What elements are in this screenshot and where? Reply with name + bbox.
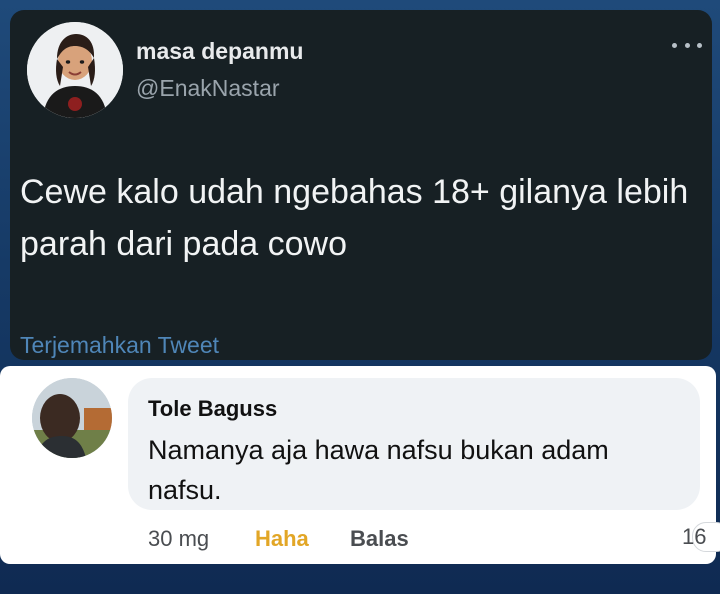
- comment-text: Namanya aja hawa nafsu bukan adam nafsu.: [148, 435, 609, 505]
- comment-timestamp[interactable]: 30 mg: [148, 526, 209, 552]
- reply-button[interactable]: Balas: [350, 526, 409, 552]
- tweet-text: Cewe kalo udah ngebahas 18+ gilanya lebi…: [20, 173, 689, 263]
- reaction-count: 16: [682, 524, 707, 549]
- comment-avatar[interactable]: [32, 378, 112, 458]
- tweet-card: masa depanmu @EnakNastar Cewe kalo udah …: [10, 10, 712, 360]
- haha-reaction-button[interactable]: Haha: [255, 526, 309, 552]
- tweet-handle[interactable]: @EnakNastar: [136, 75, 280, 102]
- comment-bubble: Tole Baguss Namanya aja hawa nafsu bukan…: [128, 378, 700, 510]
- tweet-avatar[interactable]: [27, 22, 123, 118]
- tweet-display-name[interactable]: masa depanmu: [136, 38, 303, 65]
- translate-tweet-link[interactable]: Terjemahkan Tweet: [20, 332, 219, 359]
- more-horizontal-icon[interactable]: [672, 40, 702, 50]
- comment-author-name[interactable]: Tole Baguss: [148, 396, 277, 422]
- comment-panel: Tole Baguss Namanya aja hawa nafsu bukan…: [0, 366, 720, 564]
